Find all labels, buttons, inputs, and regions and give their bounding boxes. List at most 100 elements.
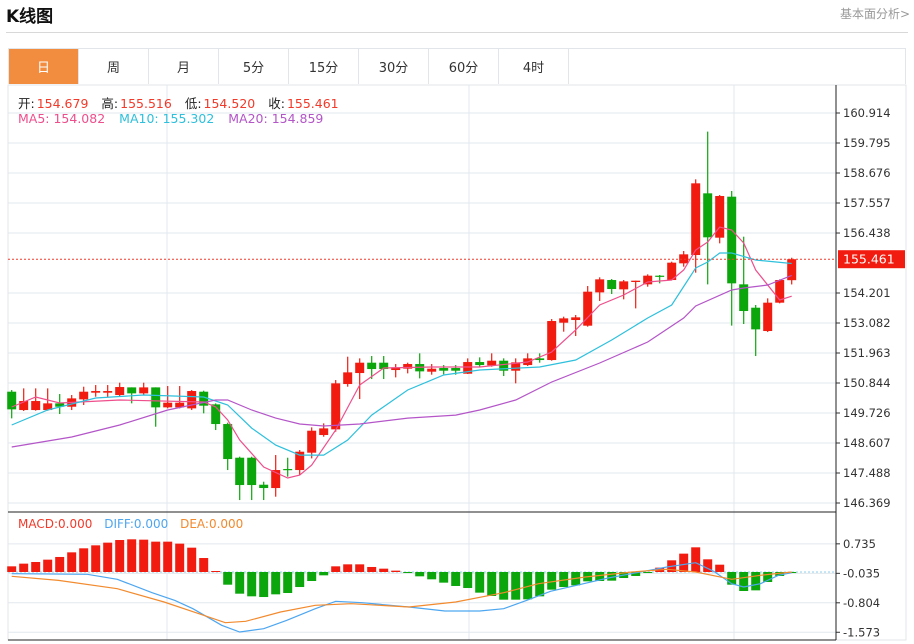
high-value: 155.516 [120, 96, 172, 111]
macd-bar [55, 556, 65, 572]
candle-body [655, 275, 665, 277]
macd-bar [235, 572, 245, 594]
candle [139, 382, 149, 396]
candle-body [235, 457, 245, 486]
macd-bar [643, 572, 653, 573]
ma10-value: MA10: 155.302 [119, 111, 215, 126]
price-tick-label: 160.914 [843, 106, 891, 120]
macd-bar [403, 572, 413, 573]
price-tick-label: 153.082 [843, 316, 891, 330]
candle [415, 353, 425, 379]
candle [559, 316, 569, 332]
macd-bar [511, 572, 521, 600]
macd-bar [115, 540, 125, 572]
candle-body [727, 196, 737, 284]
macd-bar [283, 572, 293, 593]
price-tick-label: 148.607 [843, 436, 891, 450]
candle [655, 275, 665, 284]
candle [55, 394, 65, 415]
candle-body [427, 368, 437, 372]
price-tick-label: 159.795 [843, 136, 891, 150]
candle [355, 358, 365, 400]
last-price-label: 155.461 [843, 252, 895, 267]
macd-bar [223, 572, 233, 585]
candle-body [79, 391, 89, 400]
ma-info: MA5: 154.082 MA10: 155.302 MA20: 154.859 [18, 111, 325, 126]
candle-body [439, 368, 449, 371]
candle-body [451, 368, 461, 371]
macd-bar [43, 559, 53, 572]
price-tick-label: 154.201 [843, 286, 891, 300]
diff-value: DIFF:0.000 [104, 517, 169, 531]
macd-bar [139, 539, 149, 572]
candle [259, 481, 269, 501]
price-tick-label: 150.844 [843, 376, 891, 390]
low-label: 低: [184, 96, 202, 111]
macd-bar [163, 541, 173, 572]
candle-body [703, 193, 713, 238]
open-label: 开: [18, 96, 35, 111]
candle [691, 179, 701, 273]
candle-body [547, 321, 557, 361]
candle [511, 358, 521, 384]
candle [595, 277, 605, 302]
candle [523, 353, 533, 367]
macd-bar [247, 572, 257, 597]
macd-bar [79, 548, 89, 572]
candle [763, 298, 773, 333]
candle [91, 385, 101, 397]
candle [631, 280, 641, 309]
macd-tick-label: -0.804 [843, 596, 880, 610]
candle-body [619, 281, 629, 290]
candle-body [487, 360, 497, 366]
macd-bar [331, 566, 341, 572]
candle-body [115, 387, 125, 396]
macd-bar [91, 545, 101, 572]
macd-bar [739, 572, 749, 592]
candle-body [319, 428, 329, 436]
candle-body [559, 318, 569, 323]
candle [271, 455, 281, 497]
macd-bar [367, 566, 377, 572]
candle [475, 357, 485, 367]
macd-bar [127, 539, 137, 572]
candle-body [103, 391, 113, 393]
open-value: 154.679 [36, 96, 89, 111]
candle-body [343, 372, 353, 385]
low-value: 154.520 [203, 96, 256, 111]
macd-bar [343, 564, 353, 572]
dea-line [11, 568, 792, 624]
candle [391, 364, 401, 378]
macd-bar [31, 562, 41, 572]
macd-bar [211, 571, 221, 573]
candle [247, 456, 257, 501]
candle-body [691, 183, 701, 256]
candle [163, 386, 173, 409]
macd-bar [475, 572, 485, 593]
macd-bar [427, 572, 437, 580]
macd-bar [715, 564, 725, 572]
candle [787, 257, 797, 285]
candle [715, 194, 725, 244]
macd-bar [7, 566, 17, 572]
candle-body [367, 362, 377, 370]
candle [499, 358, 509, 377]
candle-body [751, 307, 761, 330]
candle [235, 456, 245, 501]
candle [175, 386, 185, 409]
macd-bar [691, 547, 701, 572]
ma5-value: MA5: 154.082 [18, 111, 106, 126]
candle-body [151, 387, 161, 408]
ohlc-info: 开: 154.679 高: 155.516 低: 154.520 收: 155.461 [18, 93, 348, 112]
macd-bar [415, 572, 425, 577]
candle-body [355, 362, 365, 374]
candle [19, 388, 29, 412]
candle [427, 364, 437, 375]
candle-body [307, 430, 317, 453]
macd-bar [499, 572, 509, 600]
candle-body [31, 401, 41, 411]
close-label: 收: [268, 96, 285, 111]
macd-bar [487, 572, 497, 596]
macd-bar [295, 572, 305, 588]
candle [187, 390, 197, 411]
